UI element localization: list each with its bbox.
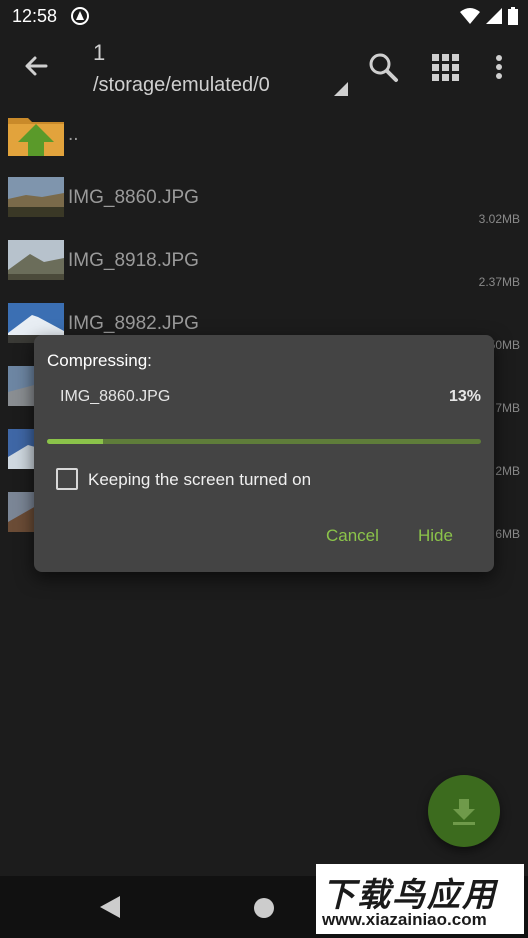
search-icon[interactable] [366,50,400,84]
file-size: 2MB [495,464,520,478]
hide-button[interactable]: Hide [418,526,453,546]
file-size: 2.37MB [478,275,520,289]
download-fab[interactable] [428,775,500,847]
keep-screen-label[interactable]: Keeping the screen turned on [88,470,311,490]
compress-dialog: Compressing: IMG_8860.JPG 13% Keeping th… [34,335,494,572]
wifi-icon [460,8,480,24]
image-thumbnail [8,240,64,280]
file-name: IMG_8918.JPG [68,250,199,271]
grid-view-icon[interactable] [428,50,462,84]
dialog-title: Compressing: [47,351,152,370]
page-title: 1 [93,40,106,65]
app-bar: 1 /storage/emulated/0 [0,32,528,104]
progress-fill [47,439,104,444]
file-size: 7MB [495,401,520,415]
list-item[interactable]: .. [0,104,528,167]
list-item[interactable]: IMG_8918.JPG 2.37MB [0,230,528,293]
watermark-title: 下载鸟应用 [322,876,497,913]
list-item[interactable]: IMG_8860.JPG 3.02MB [0,167,528,230]
image-thumbnail [8,177,64,217]
status-bar: 12:58 [0,0,528,32]
nav-back-icon[interactable] [100,896,120,918]
file-size: 6MB [495,527,520,541]
progress-percent: 13% [448,388,481,405]
dropdown-triangle-icon[interactable] [334,82,348,96]
file-name: .. [68,124,79,145]
status-time: 12:58 [12,6,58,26]
nav-home-icon[interactable] [254,898,274,918]
more-vert-icon[interactable] [486,50,512,84]
signal-icon [486,8,502,24]
watermark-url: www.xiazainiao.com [322,910,487,929]
file-name: IMG_8860.JPG [68,187,199,208]
progress-bar [47,439,481,444]
path-selector[interactable]: /storage/emulated/0 [93,74,270,97]
file-name: IMG_8982.JPG [68,313,199,334]
file-size: 3.02MB [478,212,520,226]
dialog-file-name: IMG_8860.JPG [60,388,171,405]
folder-up-icon [8,118,64,156]
cancel-button[interactable]: Cancel [326,526,379,546]
system-icons [460,6,518,26]
watermark: 下载鸟应用 www.xiazainiao.com [316,864,524,934]
battery-icon [508,7,518,25]
arrow-left-icon[interactable] [20,50,52,82]
keep-screen-checkbox[interactable] [56,468,78,490]
notification-icon [71,7,89,25]
download-icon [453,799,475,825]
